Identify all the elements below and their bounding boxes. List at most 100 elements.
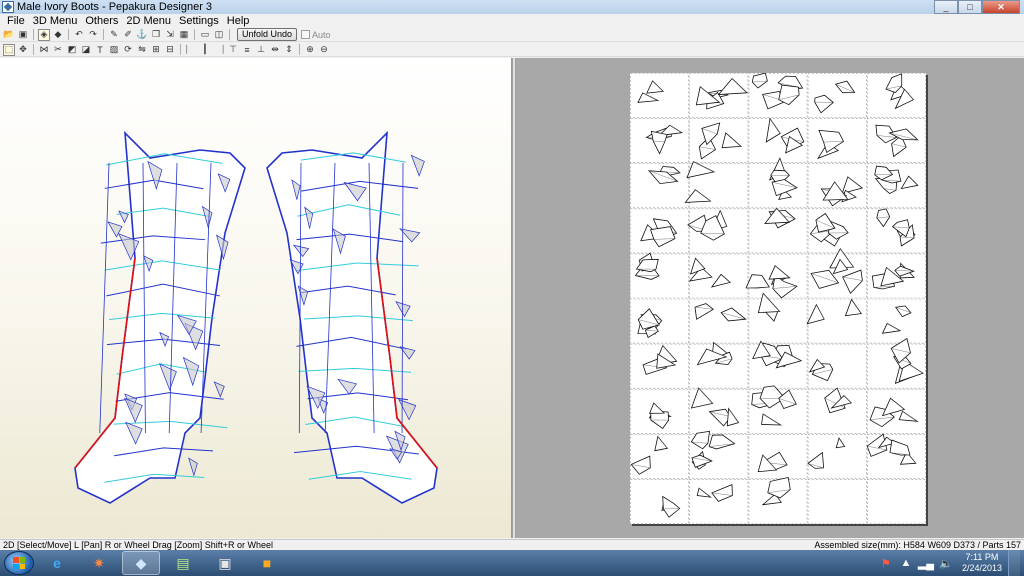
- pepakura-icon[interactable]: ◆: [122, 551, 160, 575]
- rotate-part-icon[interactable]: ⟳: [122, 44, 134, 56]
- unfolded-part[interactable]: [881, 322, 902, 334]
- split-view-icon[interactable]: ◫: [213, 29, 225, 41]
- unfolded-part[interactable]: [720, 307, 747, 322]
- unfolded-part[interactable]: [745, 274, 770, 289]
- unfolded-part[interactable]: [710, 273, 732, 288]
- unfolded-part-group[interactable]: [820, 176, 864, 207]
- ie-icon[interactable]: e: [38, 551, 76, 575]
- unfolded-part[interactable]: [842, 269, 863, 294]
- unfolded-part-group[interactable]: [881, 305, 912, 334]
- unfolded-part[interactable]: [711, 484, 733, 502]
- unfolded-part[interactable]: [814, 94, 834, 114]
- zoom-out-icon[interactable]: ⊖: [318, 44, 330, 56]
- show-desktop-button[interactable]: [1008, 550, 1020, 576]
- auto-checkbox-box[interactable]: [301, 30, 311, 39]
- unfolded-part[interactable]: [650, 130, 668, 155]
- save-icon[interactable]: ▣: [17, 29, 29, 41]
- show-hidden-icon[interactable]: ▲: [899, 556, 913, 570]
- align-center-icon[interactable]: ┃: [199, 44, 211, 56]
- unfolded-part[interactable]: [662, 495, 681, 518]
- menu-3d[interactable]: 3D Menu: [29, 15, 82, 27]
- unfolded-part-group[interactable]: [807, 437, 846, 469]
- unfolded-part[interactable]: [694, 303, 715, 320]
- unfolded-part-group[interactable]: [745, 265, 798, 299]
- unfolded-part[interactable]: [690, 387, 714, 409]
- unfolded-part-group[interactable]: [661, 495, 681, 518]
- unfolded-part-group[interactable]: [876, 208, 916, 247]
- unfolded-part-group[interactable]: [751, 72, 804, 110]
- unfolded-part-group[interactable]: [761, 477, 791, 506]
- unfolded-part-group[interactable]: [696, 484, 733, 502]
- unfolded-part[interactable]: [900, 175, 919, 190]
- unfolded-part-group[interactable]: [637, 308, 663, 339]
- unfolded-part-group[interactable]: [640, 218, 678, 248]
- unfolded-part[interactable]: [648, 402, 666, 414]
- flap-icon[interactable]: ◩: [66, 44, 78, 56]
- menu-file[interactable]: File: [3, 15, 29, 27]
- unfolded-part[interactable]: [650, 226, 676, 248]
- unfolded-part-group[interactable]: [757, 451, 788, 473]
- view-cube-icon[interactable]: ◆: [52, 29, 64, 41]
- boots-3d-model[interactable]: [0, 58, 512, 538]
- copy-icon[interactable]: ❐: [150, 29, 162, 41]
- unfolded-part[interactable]: [650, 410, 670, 429]
- menu-settings[interactable]: Settings: [175, 15, 223, 27]
- open-icon[interactable]: 📂: [3, 29, 15, 41]
- unfolded-part-group[interactable]: [637, 80, 665, 103]
- unfolded-part-group[interactable]: [806, 298, 863, 325]
- zoom-in-icon[interactable]: ⊕: [304, 44, 316, 56]
- pepakura-app-icon[interactable]: [2, 1, 14, 13]
- pan-icon[interactable]: ✥: [17, 44, 29, 56]
- unfolded-part[interactable]: [646, 80, 665, 94]
- unfolded-part[interactable]: [768, 265, 791, 280]
- unfolded-part-group[interactable]: [687, 209, 728, 241]
- unfolded-part-group[interactable]: [764, 207, 796, 229]
- unfolded-part-group[interactable]: [688, 257, 732, 288]
- unfolded-part-group[interactable]: [695, 78, 748, 110]
- unfolded-part-group[interactable]: [690, 387, 740, 427]
- unfolded-part[interactable]: [690, 430, 710, 450]
- unfolded-part-group[interactable]: [696, 341, 733, 366]
- unfolded-part[interactable]: [751, 72, 768, 89]
- unfolded-part[interactable]: [898, 410, 919, 422]
- network-icon[interactable]: ▂▄: [918, 556, 934, 570]
- layout-icon[interactable]: ▦: [178, 29, 190, 41]
- close-icon[interactable]: ✕: [982, 0, 1020, 14]
- join-icon[interactable]: ⋈: [38, 44, 50, 56]
- volume-icon[interactable]: 🔈: [939, 556, 953, 570]
- unfolded-part[interactable]: [807, 451, 825, 469]
- unfolded-part-group[interactable]: [866, 433, 917, 465]
- split-icon[interactable]: ✂: [52, 44, 64, 56]
- distribute-h-icon[interactable]: ⇹: [269, 44, 281, 56]
- unfolded-part-group[interactable]: [645, 124, 684, 155]
- unfolded-part-group[interactable]: [808, 358, 834, 382]
- unfolded-part[interactable]: [630, 455, 651, 475]
- unfolded-part-group[interactable]: [810, 247, 863, 294]
- paper-sheet[interactable]: [630, 72, 926, 524]
- pencil-icon[interactable]: ✎: [108, 29, 120, 41]
- unfolded-part-group[interactable]: [752, 340, 803, 369]
- unfolded-part-group[interactable]: [648, 402, 672, 429]
- maximize-icon[interactable]: □: [958, 0, 982, 14]
- unfolded-part-group[interactable]: [630, 435, 669, 475]
- unfolded-part[interactable]: [835, 437, 846, 449]
- unfolded-part[interactable]: [708, 434, 736, 450]
- align-middle-icon[interactable]: ≡: [241, 44, 253, 56]
- unfolded-part-group[interactable]: [642, 344, 678, 375]
- unfolded-part[interactable]: [726, 407, 740, 427]
- align-right-icon[interactable]: ⎹: [213, 44, 225, 56]
- unfolded-part[interactable]: [834, 80, 856, 94]
- rotate-right-icon[interactable]: ↷: [87, 29, 99, 41]
- menu-2d[interactable]: 2D Menu: [122, 15, 175, 27]
- flap-toggle-icon[interactable]: ◪: [80, 44, 92, 56]
- menu-help[interactable]: Help: [223, 15, 254, 27]
- unfolded-part-group[interactable]: [765, 117, 805, 154]
- unfolded-part[interactable]: [637, 92, 660, 103]
- unfolded-part-group[interactable]: [757, 292, 781, 322]
- left-boot[interactable]: [74, 130, 246, 504]
- edit-icon[interactable]: ✐: [122, 29, 134, 41]
- start-button[interactable]: [4, 551, 34, 575]
- unfolded-part-group[interactable]: [698, 122, 743, 160]
- unfolded-part-group[interactable]: [890, 337, 924, 384]
- mirror-icon[interactable]: ⇋: [136, 44, 148, 56]
